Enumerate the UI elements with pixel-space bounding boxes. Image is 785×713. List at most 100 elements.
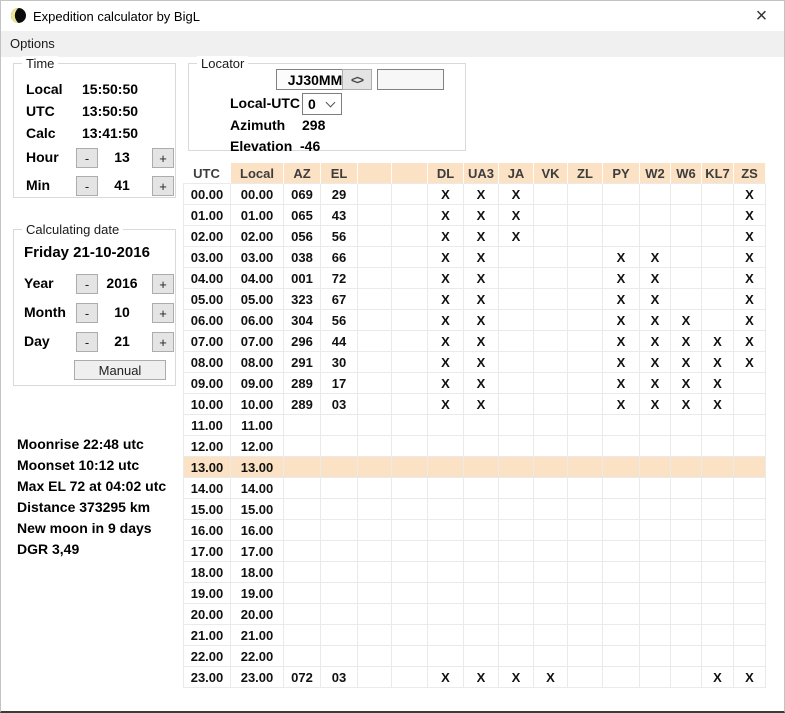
table-cell	[671, 583, 702, 604]
column-header-spacer	[358, 163, 392, 184]
table-cell: X	[464, 667, 499, 688]
close-button[interactable]: ×	[739, 1, 784, 31]
year-decrement-button[interactable]: -	[76, 274, 98, 294]
table-cell	[392, 184, 428, 205]
table-cell	[358, 268, 392, 289]
table-row: 06.0006.0030456XXXXXX	[183, 310, 766, 331]
minute-decrement-button[interactable]: -	[76, 176, 98, 196]
table-cell	[534, 289, 568, 310]
column-header-py: PY	[603, 163, 640, 184]
table-cell	[640, 499, 671, 520]
table-cell	[392, 499, 428, 520]
moon-info-line: New moon in 9 days	[17, 518, 182, 539]
table-cell: 04.00	[231, 268, 284, 289]
table-cell	[734, 415, 766, 436]
table-cell	[568, 289, 603, 310]
table-cell: 15.00	[183, 499, 231, 520]
table-cell: 12.00	[231, 436, 284, 457]
manual-button[interactable]: Manual	[74, 360, 166, 380]
table-cell	[392, 646, 428, 667]
table-cell: X	[734, 310, 766, 331]
table-cell	[671, 184, 702, 205]
locator-secondary-input[interactable]	[377, 69, 444, 90]
table-cell	[568, 310, 603, 331]
table-cell: 07.00	[231, 331, 284, 352]
table-cell	[603, 667, 640, 688]
local-time-value: 15:50:50	[82, 81, 138, 97]
table-cell	[702, 562, 734, 583]
table-cell	[392, 310, 428, 331]
table-cell	[603, 562, 640, 583]
table-cell: 08.00	[231, 352, 284, 373]
table-cell	[392, 436, 428, 457]
table-row: 12.0012.00	[183, 436, 766, 457]
table-cell	[640, 562, 671, 583]
table-cell	[321, 646, 358, 667]
day-decrement-button[interactable]: -	[76, 332, 98, 352]
table-cell: 29	[321, 184, 358, 205]
table-cell	[428, 625, 464, 646]
table-cell	[603, 415, 640, 436]
table-cell	[671, 247, 702, 268]
year-label: Year	[24, 275, 54, 291]
minute-label: Min	[26, 177, 50, 193]
table-cell	[568, 646, 603, 667]
table-cell	[392, 373, 428, 394]
table-cell: 296	[284, 331, 321, 352]
table-cell	[671, 457, 702, 478]
table-cell: 16.00	[231, 520, 284, 541]
table-cell	[671, 604, 702, 625]
table-cell	[734, 373, 766, 394]
hour-increment-button[interactable]: +	[152, 148, 174, 168]
local-utc-select[interactable]: 0	[302, 93, 342, 115]
year-increment-button[interactable]: +	[152, 274, 174, 294]
table-cell	[534, 184, 568, 205]
table-cell	[464, 499, 499, 520]
table-cell: 21.00	[231, 625, 284, 646]
swap-icon: <>	[351, 73, 363, 87]
locator-groupbox: Locator <> Local-UTC 0 Azimuth 298 Eleva…	[188, 63, 466, 151]
table-cell: X	[702, 331, 734, 352]
table-cell	[428, 478, 464, 499]
table-cell	[534, 352, 568, 373]
swap-locator-button[interactable]: <>	[342, 69, 372, 90]
column-header-w2: W2	[640, 163, 671, 184]
table-cell: 20.00	[231, 604, 284, 625]
table-cell	[428, 541, 464, 562]
table-cell	[702, 541, 734, 562]
hour-decrement-button[interactable]: -	[76, 148, 98, 168]
table-cell	[534, 478, 568, 499]
menu-item-options[interactable]: Options	[1, 31, 64, 51]
day-label: Day	[24, 333, 50, 349]
table-cell: 20.00	[183, 604, 231, 625]
table-cell: X	[428, 226, 464, 247]
table-cell	[358, 205, 392, 226]
month-decrement-button[interactable]: -	[76, 303, 98, 323]
table-cell: 072	[284, 667, 321, 688]
table-row: 00.0000.0006929XXXX	[183, 184, 766, 205]
table-cell	[534, 646, 568, 667]
minute-increment-button[interactable]: +	[152, 176, 174, 196]
table-cell	[534, 562, 568, 583]
table-cell	[428, 457, 464, 478]
table-cell: 72	[321, 268, 358, 289]
table-cell	[671, 436, 702, 457]
table-cell	[534, 310, 568, 331]
table-cell	[671, 667, 702, 688]
table-cell	[284, 583, 321, 604]
month-increment-button[interactable]: +	[152, 303, 174, 323]
column-header-dl: DL	[428, 163, 464, 184]
table-cell	[464, 646, 499, 667]
table-cell: 14.00	[231, 478, 284, 499]
table-cell: 08.00	[183, 352, 231, 373]
table-row: 07.0007.0029644XXXXXXX	[183, 331, 766, 352]
table-cell: X	[640, 289, 671, 310]
table-cell	[464, 541, 499, 562]
table-cell	[464, 520, 499, 541]
table-cell	[358, 646, 392, 667]
day-increment-button[interactable]: +	[152, 332, 174, 352]
table-cell	[499, 457, 534, 478]
table-cell	[358, 604, 392, 625]
table-cell	[392, 478, 428, 499]
locator-groupbox-title: Locator	[197, 56, 248, 71]
